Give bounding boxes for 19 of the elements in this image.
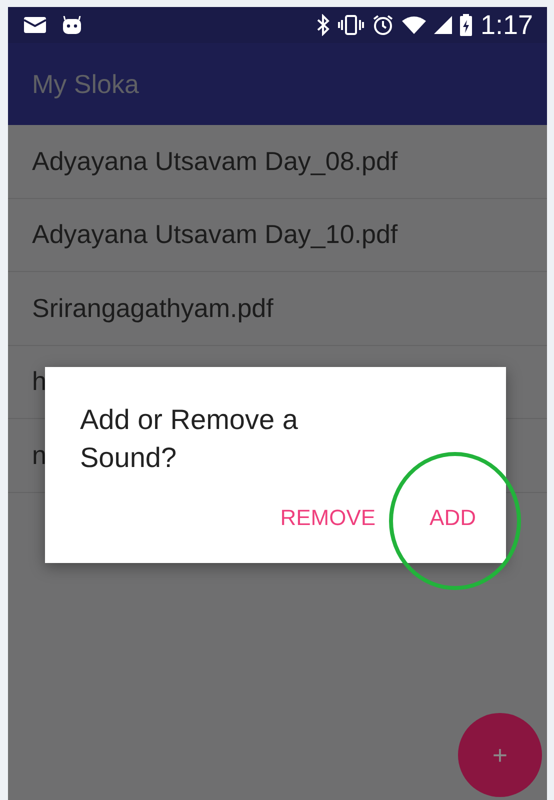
file-name[interactable]: Adyayana Utsavam Day_08.pdf (32, 142, 398, 181)
file-name[interactable]: h (32, 362, 46, 402)
signal-icon (434, 16, 452, 34)
add-fab[interactable]: + (458, 713, 542, 797)
file-name[interactable]: Srirangagathyam.pdf (32, 288, 274, 328)
android-icon (62, 16, 82, 34)
file-name[interactable]: Adyayana Utsavam Day_10.pdf (32, 215, 398, 254)
email-icon (24, 17, 46, 33)
bluetooth-icon (316, 14, 330, 36)
file-name[interactable]: n (32, 436, 46, 475)
battery-icon (460, 14, 472, 36)
app-title: My Sloka (32, 68, 139, 100)
vibrate-icon (338, 15, 364, 35)
wifi-icon (402, 16, 426, 34)
dialog-title: Add or Remove a Sound? (80, 403, 299, 475)
alarm-icon (372, 14, 394, 36)
status-time: 1:17 (480, 12, 533, 38)
dialog-button[interactable]: REMOVE (270, 493, 386, 542)
dialog-button[interactable]: ADD (420, 493, 486, 542)
